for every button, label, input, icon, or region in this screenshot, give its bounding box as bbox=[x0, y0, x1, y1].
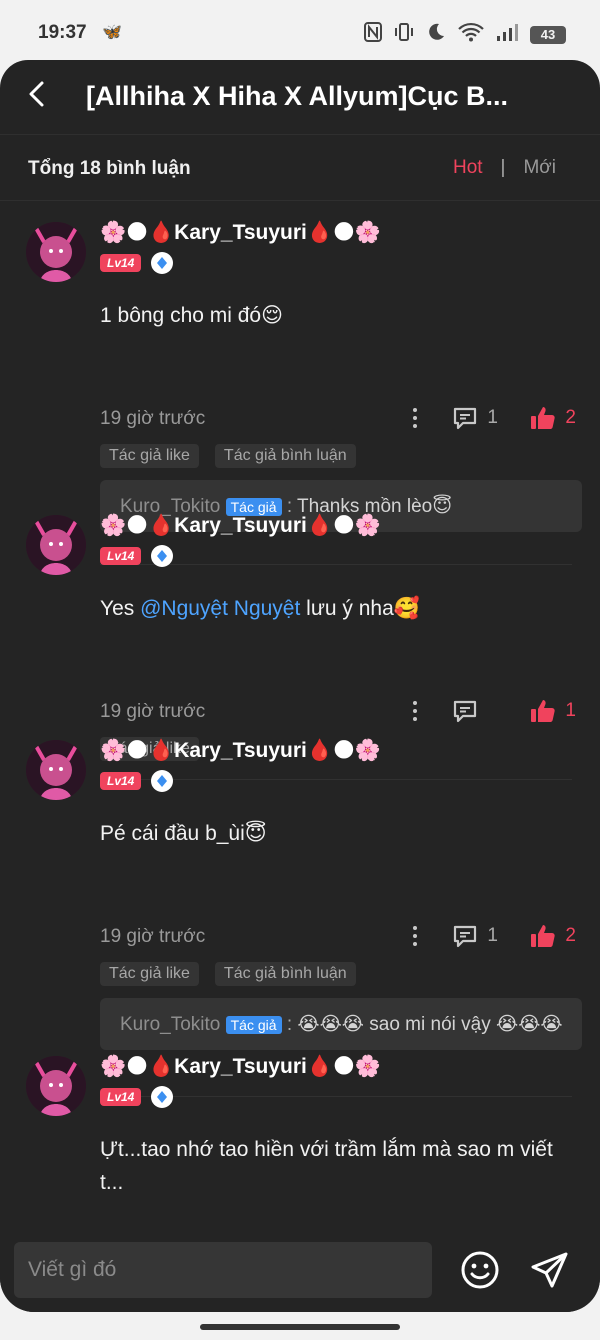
avatar[interactable] bbox=[26, 515, 86, 575]
signal-icon bbox=[496, 22, 518, 47]
comment-actions: 1 2 bbox=[405, 404, 576, 432]
level-badge: Lv14 bbox=[100, 254, 142, 272]
more-options-icon[interactable] bbox=[405, 926, 425, 946]
diamond-badge-icon bbox=[151, 252, 174, 274]
status-time: 19:37 bbox=[38, 22, 87, 43]
more-options-icon[interactable] bbox=[405, 408, 425, 428]
tag-author-commented: Tác giả bình luận bbox=[214, 444, 356, 468]
comment-input[interactable] bbox=[14, 1242, 432, 1298]
sort-hot-tab[interactable]: Hot bbox=[453, 157, 483, 179]
level-badge: Lv14 bbox=[100, 772, 142, 790]
comment-bubble-icon bbox=[454, 700, 477, 723]
author-badge: Tác giả bbox=[225, 1016, 282, 1034]
comment-actions: 1 2 bbox=[405, 922, 576, 950]
comment-bubble-icon bbox=[454, 407, 477, 430]
avatar[interactable] bbox=[26, 222, 86, 282]
reply-author[interactable]: Kuro_Tokito bbox=[120, 1014, 220, 1035]
sort-separator: | bbox=[500, 157, 506, 178]
thumbs-up-icon bbox=[531, 925, 556, 947]
author-reply[interactable]: Kuro_Tokito Tác giả : 😭😭😭 sao mi nói vậy… bbox=[100, 998, 582, 1050]
system-nav-bar bbox=[0, 1312, 600, 1340]
comment-actions: 1 bbox=[405, 697, 576, 725]
comment-text-end: lưu ý nha🥰 bbox=[300, 597, 420, 620]
avatar[interactable] bbox=[26, 740, 86, 800]
nfc-icon bbox=[364, 22, 382, 47]
status-icons: 43 bbox=[364, 22, 566, 47]
tag-author-liked: Tác giả like bbox=[100, 962, 199, 986]
reply-button[interactable]: 1 bbox=[451, 404, 499, 432]
user-badges: Lv14 bbox=[100, 770, 174, 792]
sort-options: Hot | Mới bbox=[453, 157, 556, 179]
comment-text: 1 bông cho mi đó😌 bbox=[100, 304, 284, 327]
user-badges: Lv14 bbox=[100, 1086, 174, 1108]
reply-count: 1 bbox=[487, 925, 498, 946]
like-count: 2 bbox=[565, 407, 576, 428]
diamond-badge-icon bbox=[151, 545, 174, 567]
like-button[interactable]: 2 bbox=[529, 404, 576, 432]
header: [Allhiha X Hiha X Allyum]Cục B... bbox=[0, 60, 600, 135]
diamond-badge-icon bbox=[151, 770, 174, 792]
like-count: 1 bbox=[565, 700, 576, 721]
comment-text: Pé cái đầu b_ùi😇 bbox=[100, 822, 267, 845]
sort-new-tab[interactable]: Mới bbox=[523, 157, 556, 179]
like-button[interactable]: 1 bbox=[529, 697, 576, 725]
page-title: [Allhiha X Hiha X Allyum]Cục B... bbox=[86, 81, 509, 111]
back-arrow-icon[interactable] bbox=[22, 78, 54, 110]
comment-bubble-icon bbox=[454, 925, 477, 948]
app-notification-icon: 🦋 bbox=[102, 24, 122, 41]
reply-button[interactable] bbox=[451, 697, 499, 725]
level-badge: Lv14 bbox=[100, 1088, 142, 1106]
like-count: 2 bbox=[565, 925, 576, 946]
status-bar: 19:37 🦋 43 bbox=[0, 0, 600, 62]
dnd-moon-icon bbox=[426, 22, 446, 47]
user-badges: Lv14 bbox=[100, 545, 174, 567]
reply-count: 1 bbox=[487, 407, 498, 428]
comment-tags: Tác giả like Tác giả bình luận bbox=[100, 962, 356, 986]
comment-text: Ựt...tao nhớ tao hiền với trầm lắm mà sa… bbox=[100, 1138, 553, 1194]
mention-link[interactable]: @Nguyệt Nguyệt bbox=[140, 597, 300, 620]
comment-text: Yes @Nguyệt Nguyệt lưu ý nha🥰 bbox=[100, 592, 570, 625]
battery-icon: 43 bbox=[530, 25, 566, 44]
vibrate-icon bbox=[394, 22, 414, 47]
wifi-icon bbox=[458, 22, 484, 47]
comment-summary: Tổng 18 bình luận Hot | Mới bbox=[0, 134, 600, 201]
username[interactable]: 🌸🌑🩸Kary_Tsuyuri🩸🌑🌸 bbox=[100, 220, 381, 245]
tag-author-commented: Tác giả bình luận bbox=[214, 962, 356, 986]
send-paper-plane-icon[interactable] bbox=[528, 1248, 572, 1292]
level-badge: Lv14 bbox=[100, 547, 142, 565]
comment-tags: Tác giả like Tác giả bình luận bbox=[100, 444, 356, 468]
reply-button[interactable]: 1 bbox=[451, 922, 499, 950]
comment-time: 19 giờ trước bbox=[100, 408, 206, 429]
more-options-icon[interactable] bbox=[405, 701, 425, 721]
diamond-badge-icon bbox=[151, 1086, 174, 1108]
comment-text-start: Yes bbox=[100, 597, 141, 620]
username[interactable]: 🌸🌑🩸Kary_Tsuyuri🩸🌑🌸 bbox=[100, 1054, 381, 1079]
thumbs-up-icon bbox=[531, 407, 556, 429]
home-indicator[interactable] bbox=[200, 1324, 400, 1330]
avatar[interactable] bbox=[26, 1056, 86, 1116]
reply-separator: : bbox=[281, 1014, 298, 1035]
comments-screen: [Allhiha X Hiha X Allyum]Cục B... Tổng 1… bbox=[0, 60, 600, 1312]
user-badges: Lv14 bbox=[100, 252, 174, 274]
username[interactable]: 🌸🌑🩸Kary_Tsuyuri🩸🌑🌸 bbox=[100, 513, 381, 538]
thumbs-up-icon bbox=[531, 700, 556, 722]
comment-list: 🌸🌑🩸Kary_Tsuyuri🩸🌑🌸 Lv14 1 bông cho mi đó… bbox=[0, 202, 600, 1228]
smiley-icon[interactable] bbox=[458, 1248, 502, 1292]
reply-text: 😭😭😭 sao mi nói vậy 😭😭😭 bbox=[297, 1014, 563, 1035]
comment-composer bbox=[0, 1228, 600, 1312]
tag-author-liked: Tác giả like bbox=[100, 444, 199, 468]
like-button[interactable]: 2 bbox=[529, 922, 576, 950]
username[interactable]: 🌸🌑🩸Kary_Tsuyuri🩸🌑🌸 bbox=[100, 738, 381, 763]
comment-time: 19 giờ trước bbox=[100, 701, 206, 722]
comment-time: 19 giờ trước bbox=[100, 926, 206, 947]
comment-count: Tổng 18 bình luận bbox=[28, 158, 191, 179]
